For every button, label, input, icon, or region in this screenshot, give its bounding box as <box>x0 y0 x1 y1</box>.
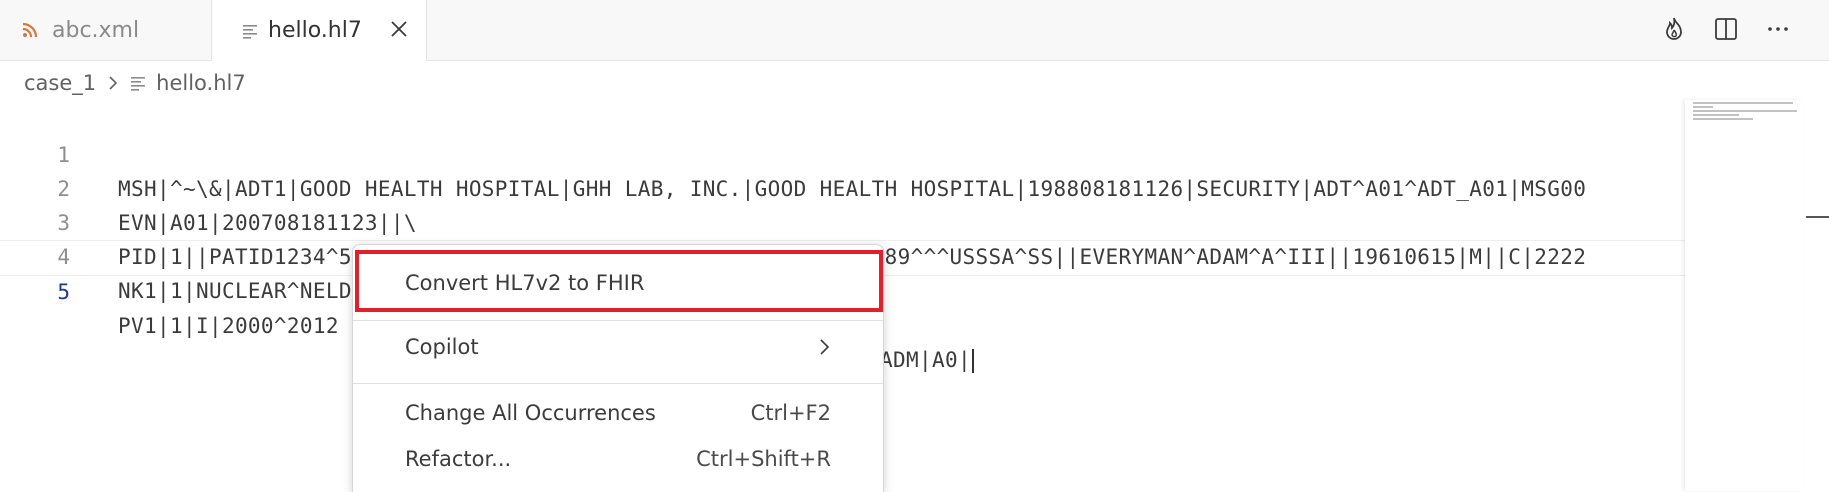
split-editor-icon[interactable] <box>1711 14 1741 44</box>
tab-label: abc.xml <box>52 17 140 43</box>
menu-item-label: Convert HL7v2 to FHIR <box>405 271 645 295</box>
menu-item-shortcut: Ctrl+Shift+R <box>696 447 831 471</box>
tab-label: hello.hl7 <box>268 18 362 43</box>
breadcrumb-folder[interactable]: case_1 <box>24 71 96 95</box>
chevron-right-icon <box>109 76 118 90</box>
more-actions-icon[interactable] <box>1763 14 1793 44</box>
code-line[interactable]: 3 PID|1||PATID1234^5^M11^ADT1^MR^GOOD HE… <box>0 172 1685 269</box>
minimap[interactable] <box>1685 100 1803 491</box>
menu-separator <box>353 383 883 384</box>
menu-item-convert-hl7v2-to-fhir[interactable]: Convert HL7v2 to FHIR <box>353 263 883 303</box>
flame-icon[interactable] <box>1659 14 1689 44</box>
text-cursor <box>971 349 974 373</box>
menu-item-shortcut: Ctrl+F2 <box>750 401 831 425</box>
tab-abc-xml[interactable]: abc.xml <box>0 0 212 60</box>
breadcrumb: case_1 hello.hl7 <box>24 68 246 98</box>
menu-item-label: Copilot <box>405 335 479 359</box>
minimap-line <box>1693 106 1713 108</box>
minimap-line <box>1693 102 1793 104</box>
code-line[interactable]: 2 EVN|A01|200708181123||\ <box>0 138 1685 235</box>
line-text-tail[interactable]: ADM|A0| <box>880 343 974 377</box>
breadcrumb-file[interactable]: hello.hl7 <box>156 71 246 95</box>
line-text-tail-value: ADM|A0| <box>880 348 971 372</box>
menu-item-refactor[interactable]: Refactor... Ctrl+Shift+R <box>353 439 883 479</box>
minimap-line <box>1693 114 1739 116</box>
menu-item-change-all-occurrences[interactable]: Change All Occurrences Ctrl+F2 <box>353 393 883 433</box>
lines-icon <box>131 77 146 91</box>
menu-item-copilot[interactable]: Copilot <box>353 327 883 367</box>
close-icon[interactable] <box>386 16 412 42</box>
rss-icon <box>22 22 38 38</box>
menu-item-label: Refactor... <box>405 447 512 471</box>
chevron-right-icon <box>820 339 830 355</box>
code-line[interactable]: 4 NK1|1|NUCLEAR^NELDA^W|SP O^SPOUSE||||N… <box>0 206 1685 303</box>
minimap-line <box>1693 118 1753 120</box>
editor-actions <box>1659 14 1793 44</box>
line-number: 5 <box>57 280 70 304</box>
tab-hello-hl7[interactable]: hello.hl7 <box>212 0 427 61</box>
lines-icon <box>243 24 257 39</box>
menu-separator <box>353 320 883 321</box>
code-line[interactable]: 1 MSH|^~\&|ADT1|GOOD HEALTH HOSPITAL|GHH… <box>0 104 1685 201</box>
context-menu: Convert HL7v2 to FHIR Copilot Change All… <box>352 244 884 492</box>
menu-item-label: Change All Occurrences <box>405 401 656 425</box>
editor-tab-bar: abc.xml hello.hl7 <box>0 0 1829 61</box>
scrollbar-thumb[interactable] <box>1806 216 1829 218</box>
minimap-line <box>1693 110 1797 112</box>
line-text[interactable]: PV1|1|I|2000^2012 <box>118 309 339 343</box>
